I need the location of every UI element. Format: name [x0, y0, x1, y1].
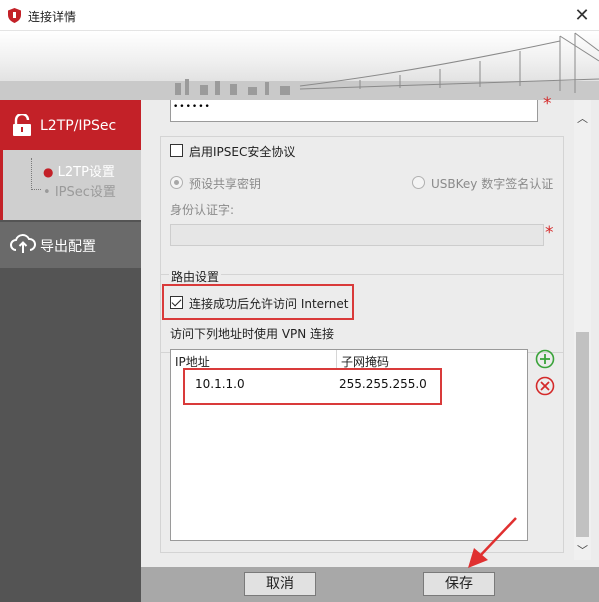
save-button[interactable]: 保存 — [423, 572, 495, 596]
chevron-down-icon[interactable]: ﹀ — [574, 542, 591, 558]
routing-group-title: 路由设置 — [169, 268, 222, 285]
sidebar-subitem-ipsec-settings[interactable]: • IPSec设置 — [43, 181, 116, 200]
header-banner — [0, 31, 599, 100]
window-title: 连接详情 — [28, 10, 77, 24]
preshared-key-radio[interactable] — [170, 176, 183, 189]
title-bar: 连接详情 ✕ — [0, 0, 599, 31]
required-marker: * — [545, 223, 554, 243]
sidebar-item-l2tp-ipsec[interactable]: L2TP/IPSec — [0, 100, 141, 150]
shield-icon — [8, 8, 21, 23]
id-cert-field[interactable] — [170, 224, 544, 246]
enable-ipsec-checkbox[interactable] — [170, 144, 183, 157]
footer-bar: 取消 保存 — [141, 567, 599, 602]
highlight-box — [162, 284, 354, 320]
routing-group: 路由设置 连接成功后允许访问 Internet 访问下列地址时使用 VPN 连接… — [160, 268, 564, 553]
preshared-key-label: 预设共享密钥 — [189, 177, 262, 191]
enable-ipsec-label: 启用IPSEC安全协议 — [189, 145, 296, 159]
close-button[interactable]: ✕ — [565, 0, 599, 31]
subitem-label: L2TP设置 — [57, 165, 115, 180]
vpn-routes-label: 访问下列地址时使用 VPN 连接 — [170, 327, 335, 341]
bullet-icon: ● — [43, 165, 54, 179]
column-header-mask[interactable]: 子网掩码 — [337, 350, 527, 370]
x-circle-icon[interactable] — [535, 376, 555, 396]
sidebar-subitem-l2tp-settings[interactable]: ● L2TP设置 — [43, 161, 115, 180]
scrollbar-thumb[interactable] — [576, 332, 589, 537]
password-field[interactable]: •••••• — [170, 100, 538, 122]
annotation-arrow — [468, 517, 517, 568]
plus-circle-icon[interactable] — [535, 349, 555, 369]
cancel-button[interactable]: 取消 — [244, 572, 316, 596]
sidebar-item-label: L2TP/IPSec — [40, 118, 117, 134]
sidebar-item-export-config[interactable]: 导出配置 — [0, 222, 141, 268]
chevron-up-icon[interactable]: ︿ — [574, 110, 591, 126]
vertical-scrollbar[interactable]: ︿ ﹀ — [574, 100, 591, 560]
bullet-icon: • — [43, 185, 51, 200]
bridge-skyline-graphic — [0, 32, 599, 100]
unlock-icon — [13, 114, 31, 136]
sidebar: L2TP/IPSec ● L2TP设置 • IPSec设置 导出配置 — [0, 100, 141, 602]
id-cert-label: 身份认证字: — [170, 203, 235, 217]
settings-panel: •••••• * 启用IPSEC安全协议 预设共享密钥 USBKey 数字签名认… — [141, 94, 599, 567]
column-header-ip[interactable]: IP地址 — [171, 350, 337, 370]
tree-connector — [31, 158, 41, 190]
usbkey-label: USBKey 数字签名认证 — [431, 177, 554, 191]
sidebar-subnav: ● L2TP设置 • IPSec设置 — [0, 150, 141, 220]
close-icon: ✕ — [574, 5, 590, 26]
subitem-label: IPSec设置 — [54, 185, 116, 200]
sidebar-item-label: 导出配置 — [40, 239, 96, 255]
required-marker: * — [543, 94, 552, 114]
cloud-upload-icon — [10, 234, 36, 253]
highlight-box — [183, 368, 442, 405]
usbkey-radio[interactable] — [412, 176, 425, 189]
